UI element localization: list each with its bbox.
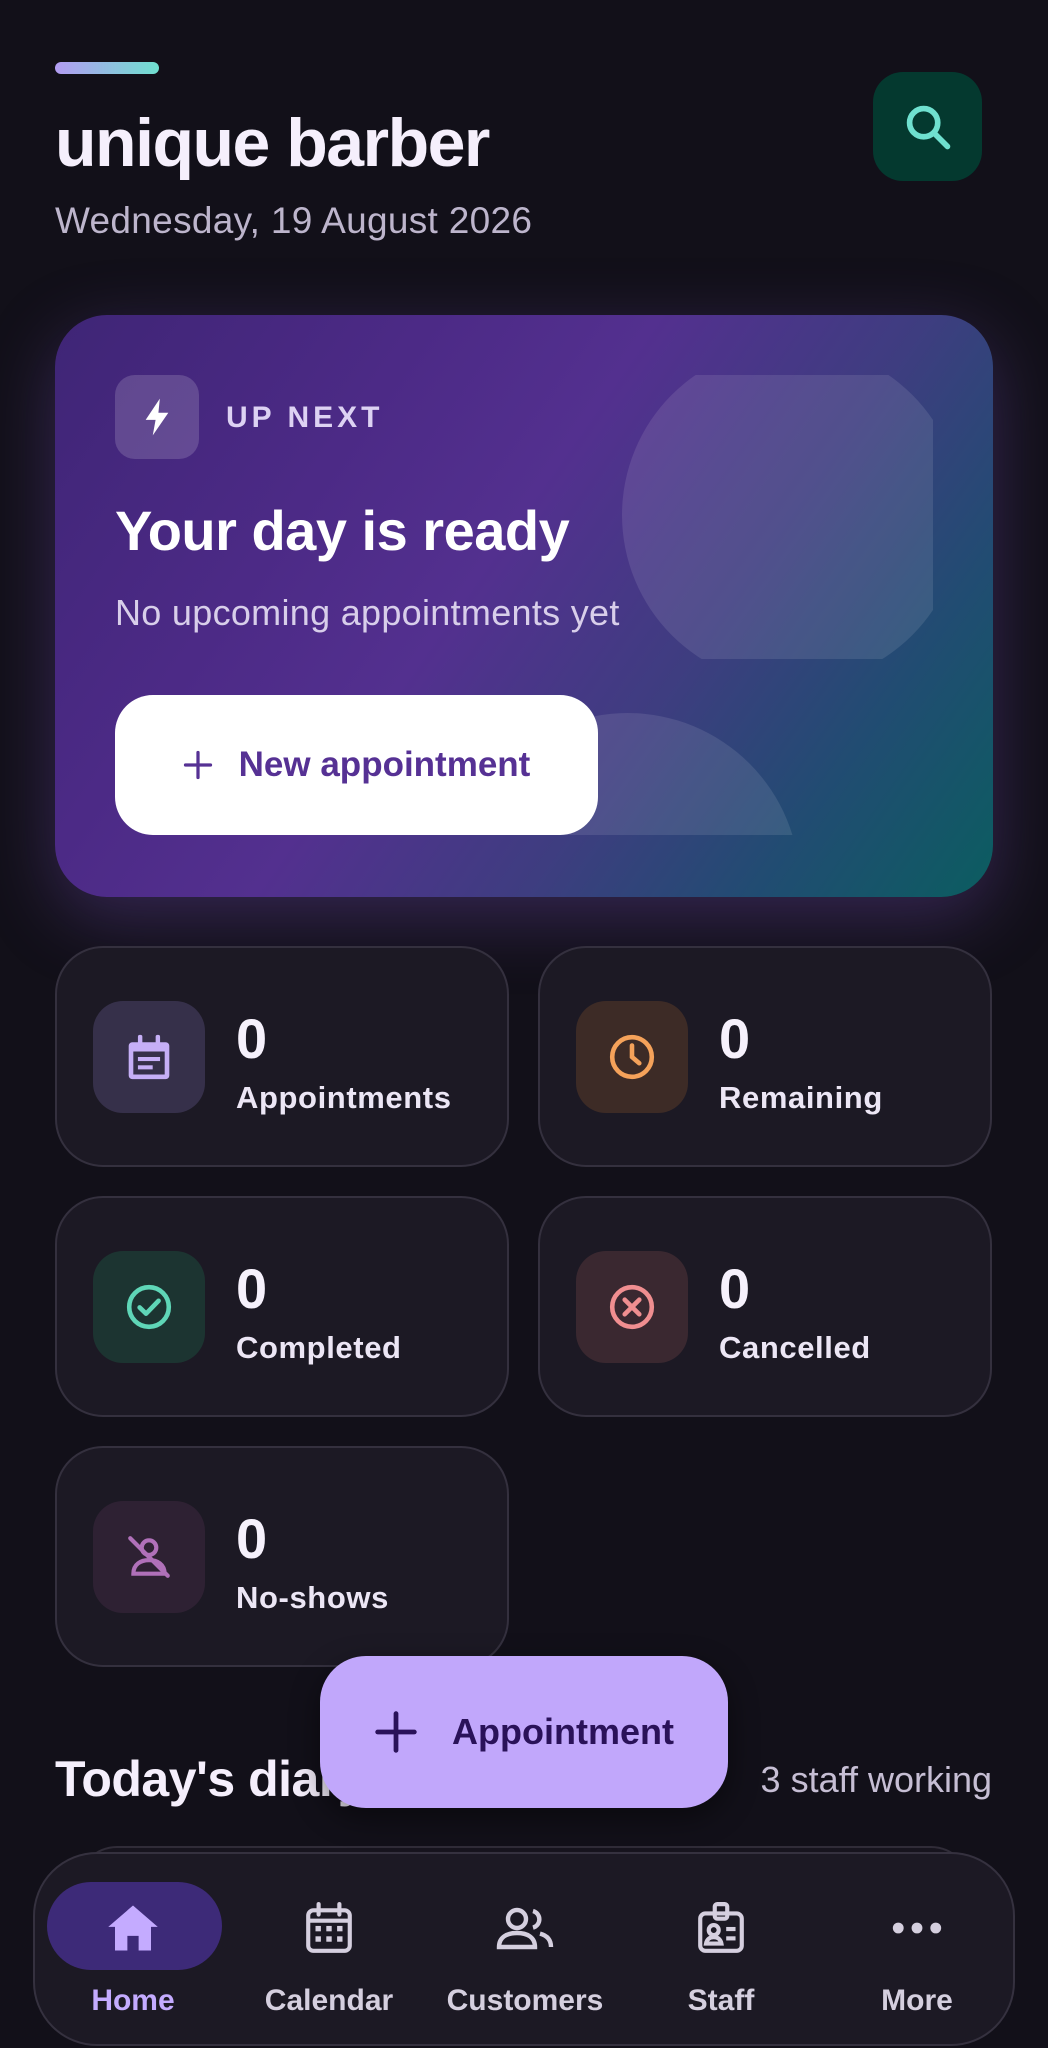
stat-value: 0 [236, 1007, 268, 1070]
plus-icon [183, 750, 212, 780]
header-accent-bar [55, 62, 159, 74]
stat-value: 0 [719, 1007, 751, 1070]
stat-label: Completed [236, 1330, 402, 1365]
badge-icon [691, 1900, 751, 1956]
stat-appointments[interactable]: 0 Appointments [55, 946, 509, 1167]
stat-remaining[interactable]: 0 Remaining [538, 946, 992, 1167]
add-appointment-fab[interactable]: Appointment [320, 1656, 728, 1808]
nav-staff[interactable]: Staff [623, 1878, 819, 2028]
more-icon [887, 1900, 947, 1956]
nav-customers[interactable]: Customers [427, 1878, 623, 2028]
nav-label: Customers [446, 1984, 604, 2017]
cancel-circle-icon [576, 1251, 688, 1363]
nav-calendar[interactable]: Calendar [231, 1878, 427, 2028]
search-icon [906, 105, 950, 149]
people-icon [495, 1900, 555, 1956]
bolt-icon [115, 375, 199, 459]
stat-label: Cancelled [719, 1330, 871, 1365]
hero-subtitle: No upcoming appointments yet [115, 592, 620, 633]
stat-value: 0 [719, 1257, 751, 1320]
nav-label: Staff [687, 1984, 755, 2017]
no-show-icon [93, 1501, 205, 1613]
check-circle-icon [93, 1251, 205, 1363]
bottom-navigation: Home Calendar Customers Staff More [33, 1852, 1015, 2046]
staff-working-count: 3 staff working [760, 1759, 992, 1800]
calendar-grid-icon [299, 1900, 359, 1956]
up-next-card: UP NEXT Your day is ready No upcoming ap… [55, 315, 993, 897]
new-appointment-button[interactable]: New appointment [115, 695, 598, 835]
stat-label: Remaining [719, 1080, 883, 1115]
clock-icon [576, 1001, 688, 1113]
new-appointment-label: New appointment [238, 745, 531, 784]
hero-decoration [622, 375, 933, 659]
nav-label: Home [91, 1984, 175, 2017]
plus-icon [375, 1711, 417, 1753]
up-next-label: UP NEXT [226, 401, 384, 434]
search-button[interactable] [873, 72, 982, 181]
home-icon [103, 1900, 163, 1956]
calendar-icon [93, 1001, 205, 1113]
stat-cancelled[interactable]: 0 Cancelled [538, 1196, 992, 1417]
stat-label: Appointments [236, 1080, 452, 1115]
nav-label: More [881, 1984, 953, 2017]
nav-more[interactable]: More [819, 1878, 1015, 2028]
stat-value: 0 [236, 1257, 268, 1320]
stat-completed[interactable]: 0 Completed [55, 1196, 509, 1417]
hero-title: Your day is ready [115, 499, 570, 562]
stat-no-shows[interactable]: 0 No-shows [55, 1446, 509, 1667]
diary-title: Today's diary [55, 1751, 366, 1807]
nav-home[interactable]: Home [35, 1878, 231, 2028]
fab-label: Appointment [452, 1711, 674, 1752]
stat-value: 0 [236, 1507, 268, 1570]
page-title: unique barber [55, 105, 490, 181]
current-date: Wednesday, 19 August 2026 [55, 200, 533, 241]
nav-label: Calendar [264, 1984, 394, 2017]
stat-label: No-shows [236, 1580, 389, 1615]
